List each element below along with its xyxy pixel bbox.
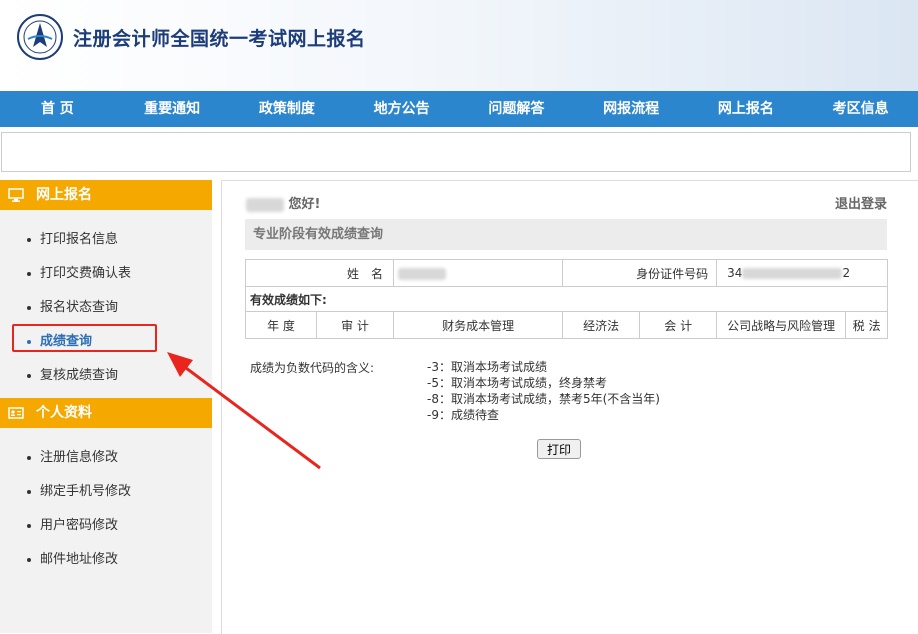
site-header: 注册会计师全国统一考试网上报名: [0, 0, 918, 91]
greeting: 您好!: [246, 193, 320, 212]
sidebar-item-label: 打印报名信息: [40, 232, 119, 247]
section-title: 专业阶段有效成绩查询: [245, 219, 887, 250]
column-header: 财务成本管理: [392, 311, 564, 339]
table-row: 有效成绩如下:: [245, 286, 888, 312]
redacted-name: [398, 267, 446, 280]
code-item: -8：取消本场考试成绩，禁考5年(不含当年): [427, 392, 660, 406]
nav-faq[interactable]: 问题解答: [459, 91, 574, 127]
negative-code-explanation-label: 成绩为负数代码的含义:: [250, 361, 375, 375]
redacted-username: [246, 197, 284, 212]
name-label: 姓 名: [245, 259, 394, 287]
redacted-id: [742, 268, 843, 279]
sidebar-item-label: 报名状态查询: [40, 300, 119, 315]
sidebar-item-label: 绑定手机号修改: [40, 484, 132, 499]
sidebar-item-review-score[interactable]: 复核成绩查询: [27, 364, 118, 383]
negative-code-list: -3：取消本场考试成绩 -5：取消本场考试成绩，终身禁考 -8：取消本场考试成绩…: [427, 359, 660, 423]
column-header: 年 度: [245, 311, 317, 339]
sidebar-item-label: 邮件地址修改: [40, 552, 119, 567]
sidebar-section-personal-info: 个人资料: [0, 398, 212, 428]
cicpa-emblem-icon: [17, 14, 63, 60]
sidebar-item-registration-status[interactable]: 报名状态查询: [27, 296, 118, 315]
sidebar-section-title: 个人资料: [36, 405, 92, 421]
code-item: -9：成绩待查: [427, 408, 499, 422]
nav-important-notices[interactable]: 重要通知: [115, 91, 230, 127]
site-title: 注册会计师全国统一考试网上报名: [73, 28, 366, 50]
nav-home[interactable]: 首 页: [0, 91, 115, 127]
main-panel: 您好! 退出登录 专业阶段有效成绩查询 姓 名 身份证件号码 34 2 有效成绩如…: [221, 180, 918, 634]
sidebar-item-edit-email[interactable]: 邮件地址修改: [27, 548, 118, 567]
name-value: [392, 259, 564, 287]
nav-local-announcements[interactable]: 地方公告: [344, 91, 459, 127]
id-label: 身份证件号码: [562, 259, 718, 287]
column-header: 公司战略与风险管理: [716, 311, 847, 339]
column-header: 会 计: [639, 311, 718, 339]
table-row: 姓 名 身份证件号码 34 2: [245, 259, 888, 287]
sidebar-item-edit-phone[interactable]: 绑定手机号修改: [27, 480, 131, 499]
id-value-start: 34: [727, 266, 743, 280]
sidebar-item-edit-registration[interactable]: 注册信息修改: [27, 446, 118, 465]
nav-exam-area-info[interactable]: 考区信息: [803, 91, 918, 127]
id-value-end: 2: [842, 266, 851, 280]
highlight-box: [12, 324, 157, 352]
monitor-icon: [8, 188, 24, 202]
sidebar-section-title: 网上报名: [36, 187, 92, 203]
logout-link[interactable]: 退出登录: [835, 193, 887, 212]
code-item: -5：取消本场考试成绩，终身禁考: [427, 376, 607, 390]
greeting-text: 您好!: [288, 197, 321, 212]
sidebar: 网上报名 打印报名信息 打印交费确认表 报名状态查询 成绩查询 复核成绩查询 个…: [0, 180, 212, 633]
column-header: 税 法: [845, 311, 888, 339]
valid-scores-label: 有效成绩如下:: [245, 286, 888, 312]
nav-online-registration[interactable]: 网上报名: [689, 91, 804, 127]
table-header-row: 年 度 审 计 财务成本管理 经济法 会 计 公司战略与风险管理 税 法: [245, 311, 888, 339]
score-table: 姓 名 身份证件号码 34 2 有效成绩如下: 年 度 审 计 财务成本管理 经济…: [245, 259, 888, 339]
nav-registration-process[interactable]: 网报流程: [574, 91, 689, 127]
column-header: 审 计: [316, 311, 394, 339]
sidebar-item-label: 用户密码修改: [40, 518, 119, 533]
sidebar-item-label: 打印交费确认表: [40, 266, 132, 281]
sidebar-item-print-payment[interactable]: 打印交费确认表: [27, 262, 131, 281]
sidebar-item-label: 注册信息修改: [40, 450, 119, 465]
sidebar-section-online-registration: 网上报名: [0, 180, 212, 210]
sidebar-item-print-registration[interactable]: 打印报名信息: [27, 228, 118, 247]
main-nav: 首 页 重要通知 政策制度 地方公告 问题解答 网报流程 网上报名 考区信息: [0, 91, 918, 127]
id-value: 34 2: [716, 259, 888, 287]
id-card-icon: [8, 407, 24, 419]
nav-policies[interactable]: 政策制度: [230, 91, 345, 127]
column-header: 经济法: [562, 311, 641, 339]
print-button[interactable]: 打印: [537, 439, 581, 459]
sidebar-item-edit-password[interactable]: 用户密码修改: [27, 514, 118, 533]
code-item: -3：取消本场考试成绩: [427, 360, 547, 374]
notice-box: [1, 132, 911, 172]
sidebar-item-label: 复核成绩查询: [40, 368, 119, 383]
